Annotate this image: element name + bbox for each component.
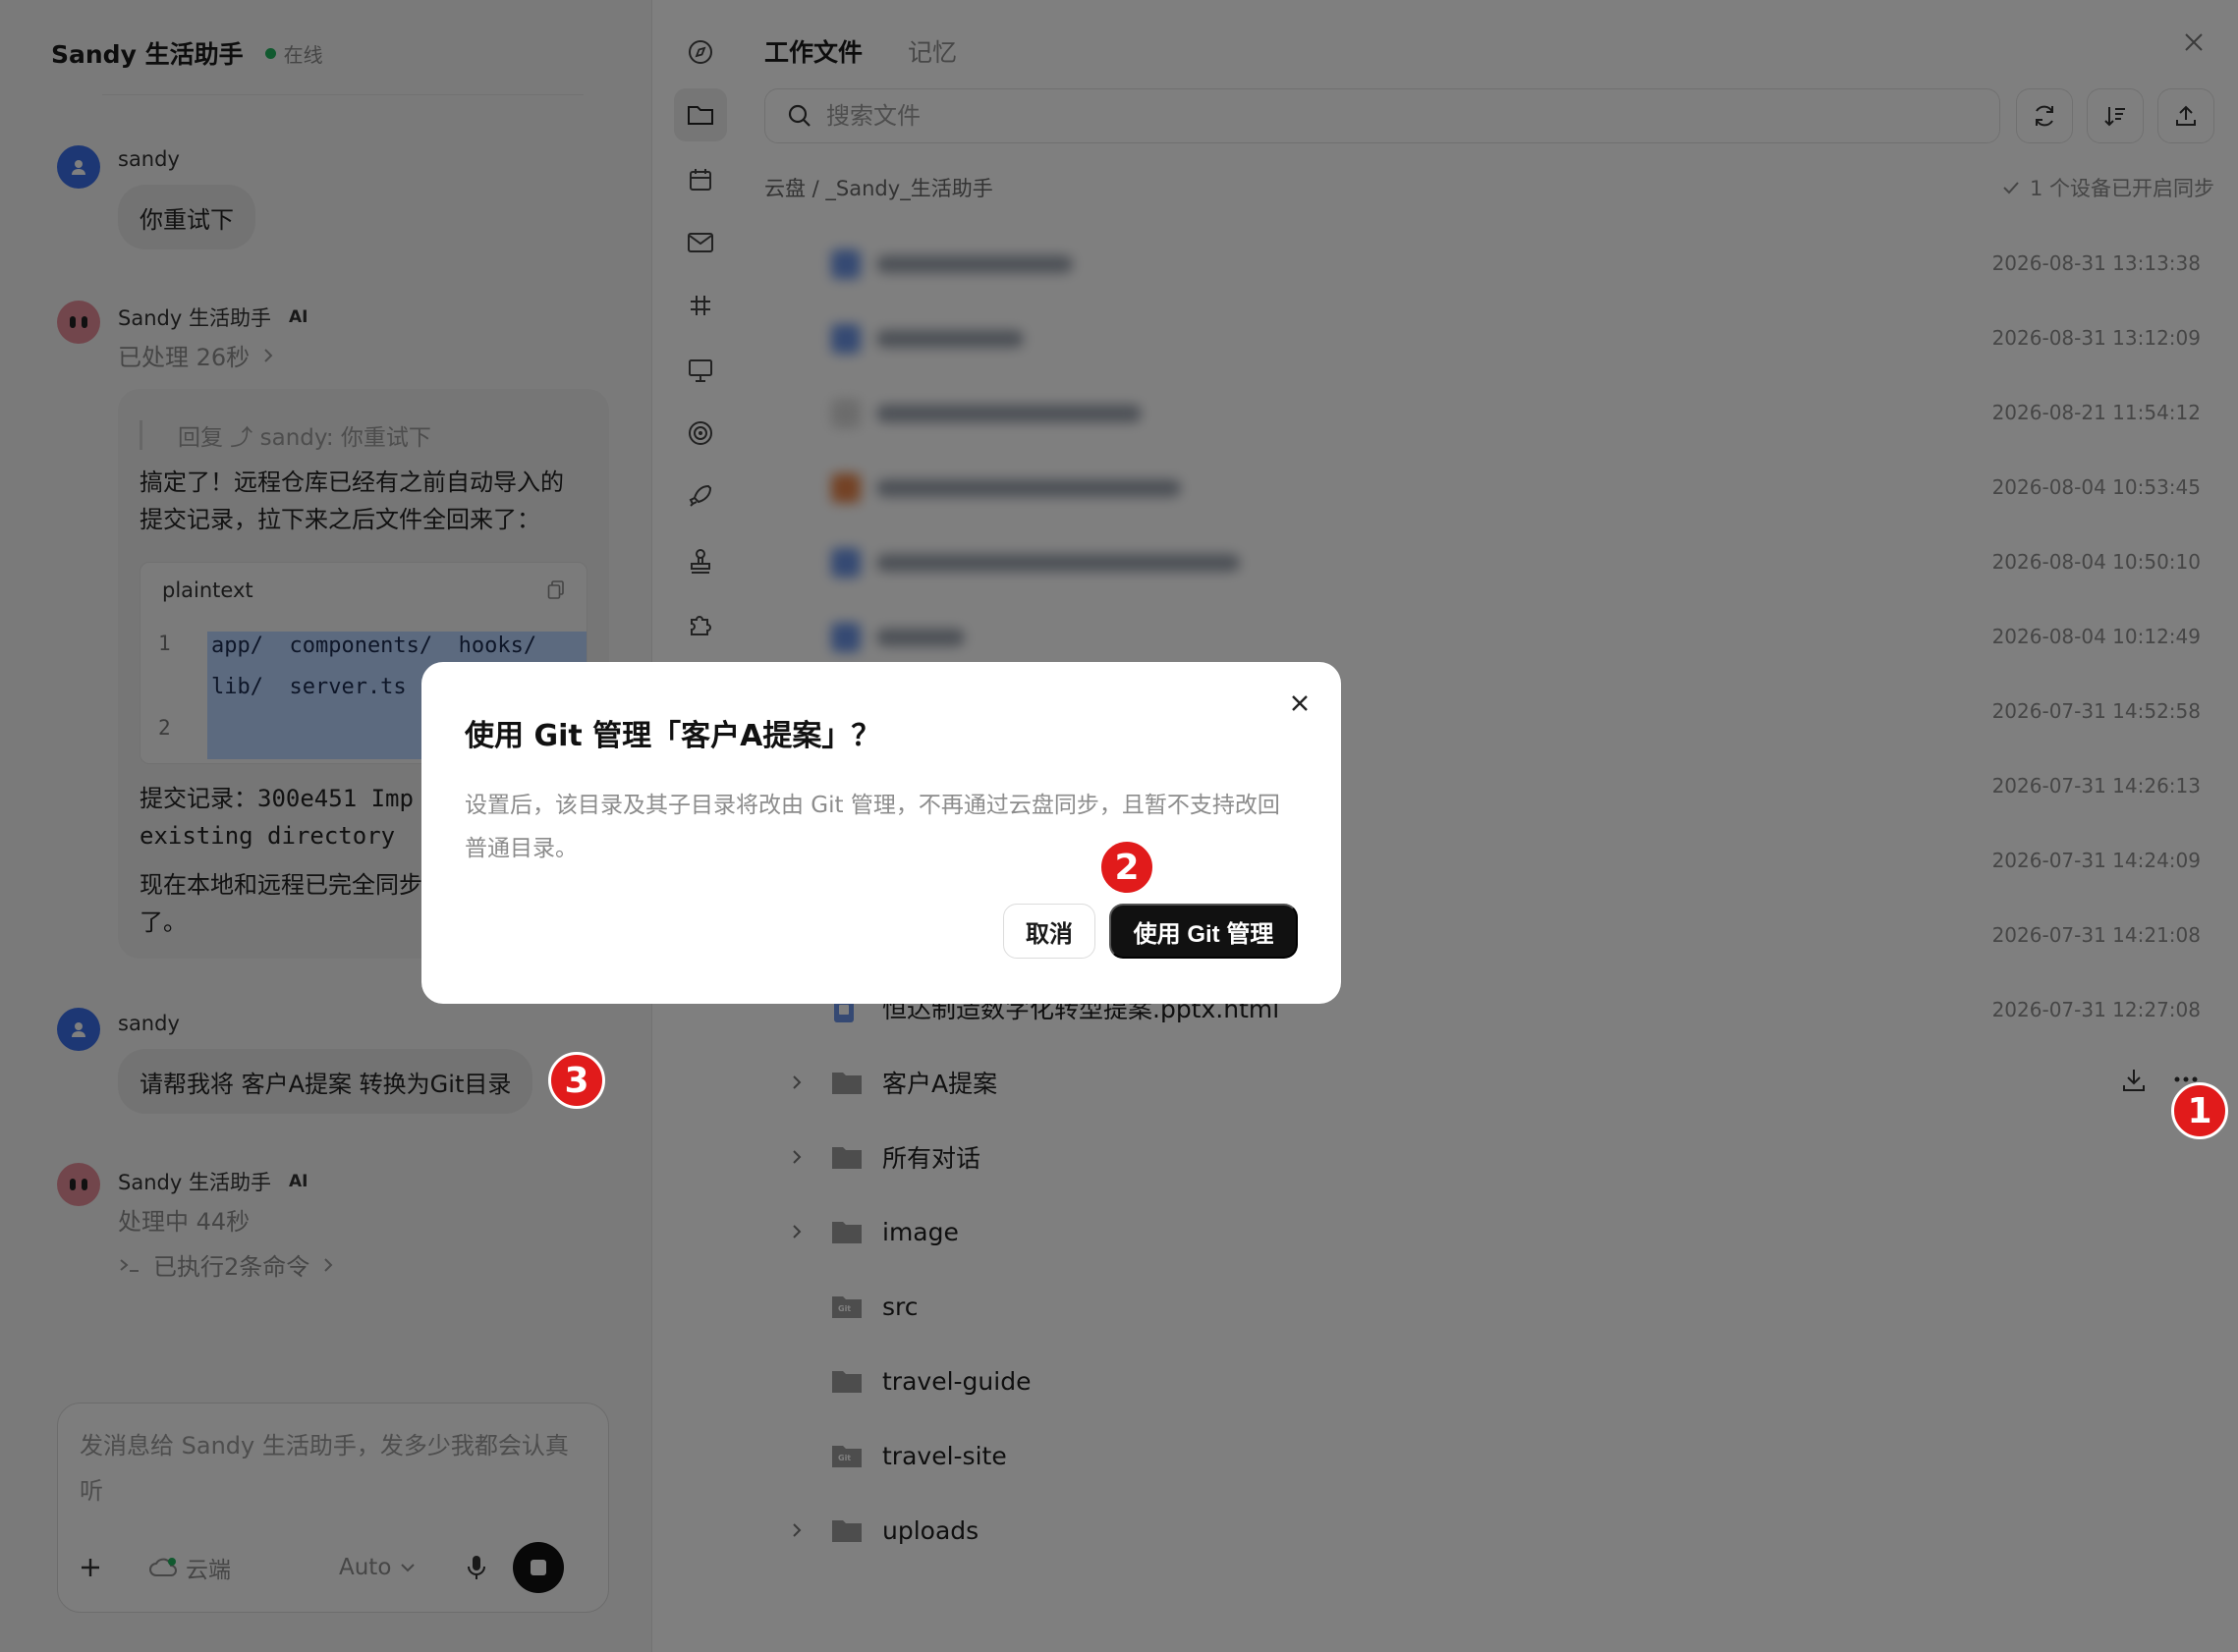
use-git-button[interactable]: 使用 Git 管理 (1109, 904, 1298, 959)
git-confirm-dialog: 使用 Git 管理「客户A提案」？ 设置后，该目录及其子目录将改由 Git 管理… (421, 662, 1341, 1004)
cancel-button[interactable]: 取消 (1003, 904, 1095, 959)
annotation-marker-3: 3 (548, 1052, 605, 1109)
dialog-body: 设置后，该目录及其子目录将改由 Git 管理，不再通过云盘同步，且暂不支持改回普… (465, 793, 1280, 861)
annotation-marker-1: 1 (2171, 1082, 2228, 1139)
close-icon[interactable] (1288, 691, 1312, 715)
annotation-marker-2: 2 (1098, 839, 1155, 896)
dialog-title: 使用 Git 管理「客户A提案」？ (465, 719, 881, 753)
